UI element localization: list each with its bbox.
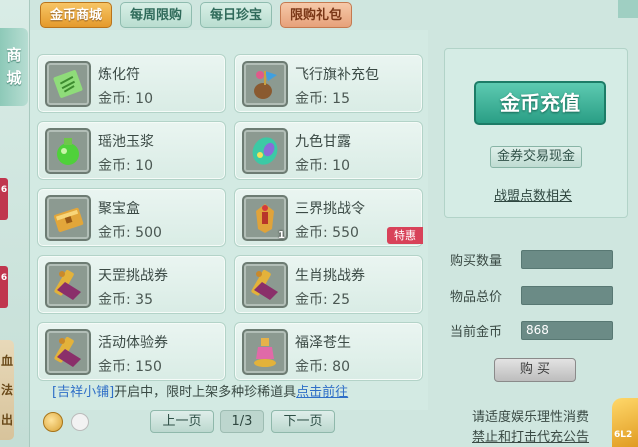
buy-quantity-label: 购买数量 (450, 254, 503, 269)
recharge-button[interactable]: 金币充值 (474, 81, 606, 125)
item-card[interactable]: 九色甘露 金币: 10 (234, 121, 423, 180)
item-price: 金币: 80 (295, 359, 350, 375)
item-name: 天罡挑战券 (98, 268, 168, 284)
side-badge-2: 6 (0, 273, 8, 283)
item-price: 金币: 500 (98, 225, 162, 241)
current-coins-field: 868 (521, 321, 613, 340)
page-indicator: 1/3 (220, 410, 264, 433)
item-price: 金币: 10 (98, 91, 153, 107)
jade-potion-icon (45, 128, 91, 174)
talisman-icon (45, 61, 91, 107)
item-card[interactable]: 炼化符 金币: 10 (37, 54, 226, 113)
tab-weekly-limit[interactable]: 每周限购 (120, 2, 193, 28)
item-name: 九色甘露 (295, 134, 351, 150)
side-tab-char-1: 商 (6, 46, 22, 64)
anti-proxy-recharge-link[interactable]: 禁止和打击代充公告 (472, 426, 589, 445)
item-card[interactable]: 生肖挑战券 金币: 25 (234, 255, 423, 314)
tab-limited-gift[interactable]: 限购礼包 (280, 2, 353, 28)
lamp-icon (242, 329, 288, 375)
item-card[interactable]: 飞行旗补充包 金币: 15 (234, 54, 423, 113)
total-price-field (521, 286, 613, 305)
flag-pack-icon (242, 61, 288, 107)
notice-link[interactable]: 点击前往 (296, 385, 348, 400)
side-lower-char-3: 出 (0, 412, 13, 427)
buy-quantity-field[interactable] (521, 250, 613, 269)
rational-spending-text: 请适度娱乐理性消费 (472, 410, 590, 425)
notice-tag: [吉祥小铺] (52, 385, 115, 400)
item-card[interactable]: 1 三界挑战令 金币: 550 特惠 (234, 188, 423, 247)
item-card[interactable]: 活动体验券 金币: 150 (37, 322, 226, 381)
buy-button[interactable]: 购 买 (494, 358, 576, 382)
tab-daily-treasure[interactable]: 每日珍宝 (200, 2, 273, 28)
item-name: 福泽苍生 (295, 335, 351, 351)
item-name: 活动体验券 (98, 335, 168, 351)
prev-page-button[interactable]: 上一页 (150, 410, 214, 433)
item-price: 金币: 10 (98, 158, 153, 174)
treasure-box-icon (45, 195, 91, 241)
item-price: 金币: 10 (295, 158, 350, 174)
side-tab-shop[interactable]: 商 城 (0, 28, 28, 106)
side-lower-char-2: 法 (0, 383, 13, 398)
side-lower-strip[interactable]: 血 法 出 (0, 340, 14, 440)
notice-text: 开启中，限时上架多种珍稀道具 (114, 385, 297, 400)
item-price: 金币: 15 (295, 91, 350, 107)
scroll-icon (242, 262, 288, 308)
shop-notice: [吉祥小铺]开启中，限时上架多种珍稀道具点击前往 (52, 381, 348, 400)
item-name: 生肖挑战券 (295, 268, 365, 284)
coin-search-icon[interactable] (43, 412, 63, 432)
item-card[interactable]: 瑶池玉浆 金币: 10 (37, 121, 226, 180)
tab-bar: 金币商城 每周限购 每日珍宝 限购礼包 (40, 2, 353, 29)
alliance-points-link[interactable]: 战盟点数相关 (494, 185, 572, 204)
item-grid: 炼化符 金币: 10 飞行旗补充包 金币: 15 瑶池玉浆 金币: 10 九色甘… (37, 54, 424, 381)
dew-gem-icon (242, 128, 288, 174)
scroll-icon (45, 329, 91, 375)
item-price: 金币: 150 (98, 359, 162, 375)
special-offer-badge: 特惠 (387, 227, 423, 244)
item-price: 金币: 25 (295, 292, 350, 308)
white-dot-icon[interactable] (71, 413, 89, 431)
current-coins-label: 当前金币 (450, 325, 503, 340)
item-name: 聚宝盒 (98, 201, 140, 217)
side-badge-1: 6 (0, 185, 8, 195)
total-price-label: 物品总价 (450, 290, 503, 305)
item-name: 飞行旗补充包 (295, 67, 379, 83)
side-tab-char-2: 城 (6, 69, 22, 87)
corner-top-decoration (618, 0, 638, 18)
item-price: 金币: 550 (295, 225, 359, 241)
item-card[interactable]: 聚宝盒 金币: 500 (37, 188, 226, 247)
next-page-button[interactable]: 下一页 (271, 410, 335, 433)
item-card[interactable]: 天罡挑战券 金币: 35 (37, 255, 226, 314)
corner-number: 6L2 (614, 430, 633, 440)
item-count: 1 (278, 230, 285, 241)
item-name: 炼化符 (98, 67, 140, 83)
item-name: 三界挑战令 (295, 201, 365, 217)
scroll-icon (45, 262, 91, 308)
item-price: 金币: 35 (98, 292, 153, 308)
item-name: 瑶池玉浆 (98, 134, 154, 150)
tab-gold-shop[interactable]: 金币商城 (40, 2, 113, 28)
coupon-trade-button[interactable]: 金券交易现金 (490, 146, 582, 168)
item-card[interactable]: 福泽苍生 金币: 80 (234, 322, 423, 381)
side-lower-char-1: 血 (0, 354, 13, 369)
